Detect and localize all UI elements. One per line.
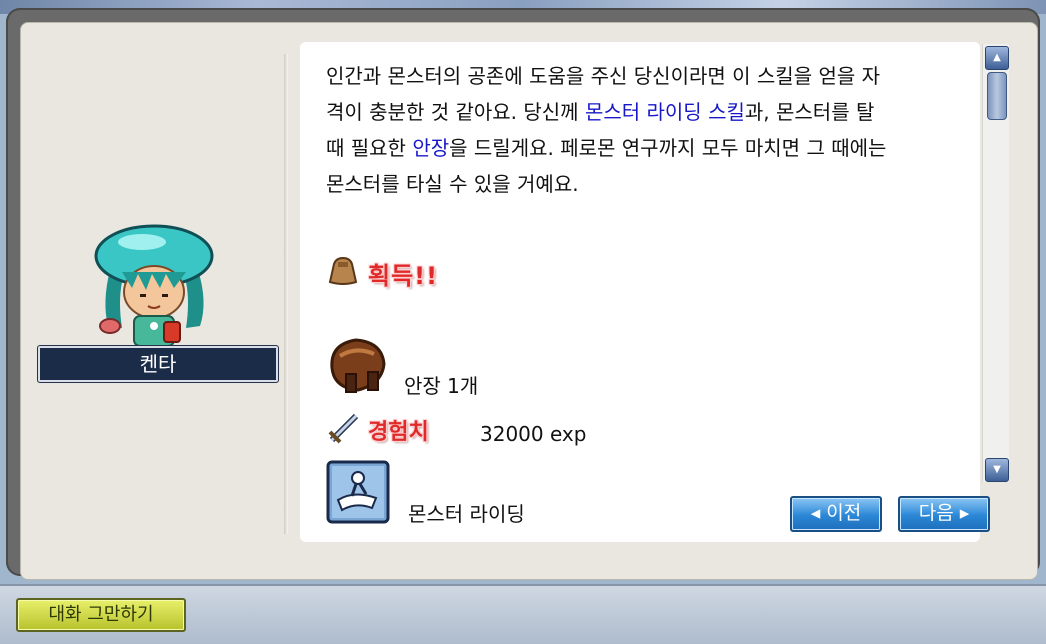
bag-icon <box>328 256 358 285</box>
obtain-label: 획득!! <box>368 262 439 290</box>
dialog-line-2-a: 격이 충분한 것 같아요. 당신께 <box>326 100 585 124</box>
exp-label: 경험치 <box>368 420 429 445</box>
highlight-riding-skill: 몬스터 라이딩 스킬 <box>584 100 745 124</box>
dialog-line-2-b: 과, 몬스터를 탈 <box>744 100 875 124</box>
next-button[interactable]: 다음 ▸ <box>898 496 990 532</box>
dialog-line-2: 격이 충분한 것 같아요. 당신께 몬스터 라이딩 스킬과, 몬스터를 탈 <box>326 94 986 130</box>
prev-button[interactable]: ◂ 이전 <box>790 496 882 532</box>
monster-riding-skill-icon <box>326 460 390 524</box>
scroll-up-icon[interactable]: ▲ <box>985 46 1009 70</box>
panel-divider <box>284 54 288 534</box>
dialog-text: 인간과 몬스터의 공존에 도움을 주신 당신이라면 이 스킬을 얻을 자 격이 … <box>326 58 986 202</box>
end-chat-button[interactable]: 대화 그만하기 <box>16 598 186 632</box>
saddle-icon <box>330 338 386 393</box>
highlight-saddle: 안장 <box>412 136 450 160</box>
npc-name-plate: 켄타 <box>38 346 278 382</box>
dialog-line-1: 인간과 몬스터의 공존에 도움을 주신 당신이라면 이 스킬을 얻을 자 <box>326 64 881 88</box>
sword-icon <box>328 413 359 444</box>
skill-label: 몬스터 라이딩 <box>408 502 525 526</box>
exp-value: 32000 exp <box>480 422 587 446</box>
saddle-item-label: 안장 1개 <box>404 374 479 398</box>
dialog-scrollbar[interactable]: ▲ ▼ <box>982 44 1009 482</box>
scroll-down-icon[interactable]: ▼ <box>985 458 1009 482</box>
npc-avatar <box>94 224 214 347</box>
dialog-line-3-b: 을 드릴게요. 페로몬 연구까지 모두 마치면 그 때에는 <box>449 136 887 160</box>
dialog-line-4: 몬스터를 타실 수 있을 거예요. <box>326 172 579 196</box>
dialog-line-3: 때 필요한 안장을 드릴게요. 페로몬 연구까지 모두 마치면 그 때에는 <box>326 130 986 166</box>
dialog-line-3-a: 때 필요한 <box>326 136 413 160</box>
scroll-thumb[interactable] <box>987 72 1007 120</box>
